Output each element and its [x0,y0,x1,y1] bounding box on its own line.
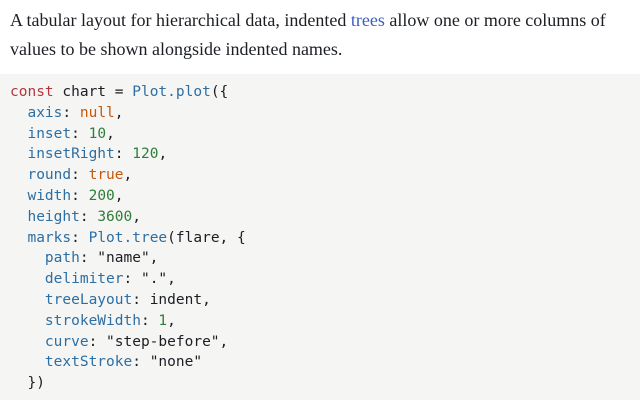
code-line: path: "name", [10,248,246,269]
code-token: , [167,312,176,329]
intro-text-before: A tabular layout for hierarchical data, … [10,10,351,30]
code-token: , [158,146,168,163]
code-token: }) [10,375,45,392]
code-listing: const chart = Plot.plot({ axis: null, in… [10,82,246,394]
code-line: treeLayout: indent, [10,290,246,311]
code-token: Plot.tree [88,229,168,246]
code-line: width: 200, [10,186,246,207]
code-token: width [27,187,72,204]
code-token: 200 [88,187,115,204]
code-line: }) [10,373,246,394]
code-token: Plot.plot [132,84,211,100]
code-token: ({ [210,84,229,100]
trees-link[interactable]: trees [351,10,385,30]
code-token: true [88,167,124,184]
code-token: : "none" [132,354,203,371]
code-token: : ".", [123,271,176,288]
code-token: textStroke [44,354,133,371]
code-token: delimiter [44,271,124,288]
code-token: , [106,125,115,142]
code-block: const chart = Plot.plot({ axis: null, in… [0,74,640,400]
code-token: (flare, { [167,229,246,246]
code-token: : "step-before", [88,333,229,350]
code-token: , [123,167,133,184]
code-token: , [114,187,124,204]
code-token: path [44,250,80,267]
code-line: height: 3600, [10,207,246,228]
code-token: insetRight [27,146,115,163]
code-token: chart = [53,84,133,100]
code-token: treeLayout [44,291,133,308]
code-token: const [10,84,54,100]
code-line: const chart = Plot.plot({ [10,82,246,103]
code-line: inset: 10, [10,124,246,145]
code-token: : [71,187,89,204]
code-token: : [71,229,89,246]
code-token: marks [27,229,72,246]
code-token: : [62,104,80,121]
code-line: insetRight: 120, [10,144,246,165]
code-line: delimiter: ".", [10,269,246,290]
code-token: : [140,312,159,329]
code-line: curve: "step-before", [10,332,246,353]
code-token: , [114,104,124,121]
code-token: : [114,146,133,163]
code-token: : [79,208,98,225]
code-token: 1 [158,312,168,329]
code-token: : indent, [132,291,211,308]
code-token: null [79,104,115,121]
code-line: textStroke: "none" [10,352,246,373]
intro-paragraph: A tabular layout for hierarchical data, … [10,6,640,64]
code-token: : "name", [79,250,159,267]
code-token: round [27,167,72,184]
code-token: inset [27,125,72,142]
code-token: axis [27,104,63,121]
code-token: curve [44,333,89,350]
code-token: 3600 [97,208,133,225]
code-token: height [27,208,80,225]
code-line: round: true, [10,165,246,186]
code-token: , [132,208,141,225]
code-token: : [71,167,89,184]
code-token: : [71,125,89,142]
code-token: 120 [132,146,159,163]
code-line: marks: Plot.tree(flare, { [10,228,246,249]
code-token: 10 [88,125,107,142]
code-token: strokeWidth [44,312,141,329]
code-line: axis: null, [10,103,246,124]
code-line: strokeWidth: 1, [10,311,246,332]
